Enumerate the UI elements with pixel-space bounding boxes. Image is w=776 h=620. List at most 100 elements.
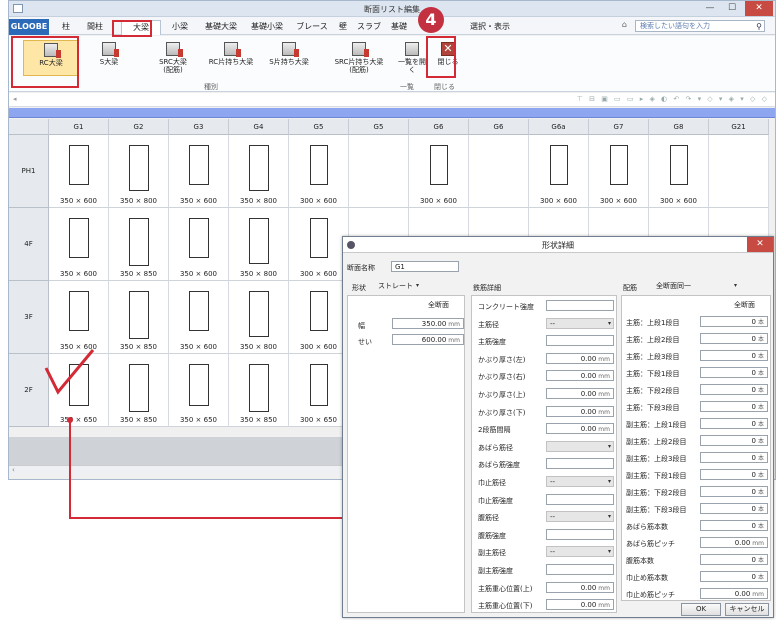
count-field-input[interactable]: 0本 [700, 554, 768, 565]
count-field-input[interactable]: 0.00 mm [700, 537, 768, 548]
column-header[interactable]: G5 [349, 119, 409, 135]
height-input[interactable]: 600.00 mm [392, 334, 464, 345]
column-header[interactable]: G3 [169, 119, 229, 135]
section-cell[interactable]: 350 × 600 [49, 281, 109, 354]
rebar-field-input[interactable]: 0.00 mm [546, 352, 614, 364]
s-beam-button[interactable]: S大梁 [81, 40, 137, 76]
ok-button[interactable]: OK [681, 603, 721, 616]
section-cell[interactable]: 350 × 650 [169, 354, 229, 427]
cancel-button[interactable]: キャンセル [725, 603, 769, 616]
tab-1[interactable]: 柱 [55, 20, 77, 35]
count-field-input[interactable]: 0本 [700, 520, 768, 531]
tab-2[interactable]: 間柱 [83, 20, 107, 35]
count-field-input[interactable]: 0本 [700, 316, 768, 327]
rebar-field-input[interactable] [546, 493, 614, 505]
rebar-field-input[interactable]: -- ▾ [546, 476, 614, 487]
column-header[interactable]: G7 [589, 119, 649, 135]
rebar-field-input[interactable]: ▾ [546, 440, 614, 452]
section-cell[interactable]: 300 × 650 [289, 354, 349, 427]
src-beam-button[interactable]: SRC大梁 (配筋) [145, 40, 201, 76]
column-header[interactable]: G4 [229, 119, 289, 135]
src-cantilever-button[interactable]: SRC片持ち大梁 (配筋) [331, 40, 387, 76]
rebar-field-input[interactable] [546, 300, 614, 311]
section-cell[interactable]: 300 × 600 [289, 281, 349, 354]
rebar-field-input[interactable] [546, 458, 614, 470]
rebar-field-input[interactable] [546, 335, 614, 347]
count-field-input[interactable]: 0本 [700, 469, 768, 480]
section-cell[interactable]: 350 × 850 [229, 354, 289, 427]
count-field-input[interactable]: 0本 [700, 350, 768, 361]
tab-11[interactable]: 選択・表示 [465, 20, 515, 35]
count-field-input[interactable]: 0本 [700, 418, 768, 429]
search-input[interactable]: 検索したい語句を入力 ⚲ [635, 20, 765, 32]
collapse-icon[interactable]: ◂ [13, 95, 17, 103]
tab-5[interactable]: 基礎大梁 [201, 20, 241, 35]
count-field-input[interactable]: 0本 [700, 435, 768, 446]
column-header[interactable]: G6 [469, 119, 529, 135]
section-cell[interactable] [709, 135, 769, 208]
section-cell[interactable]: 300 × 600 [289, 135, 349, 208]
search-icon[interactable]: ⚲ [756, 21, 762, 32]
row-header[interactable]: 4F [9, 208, 49, 281]
rebar-field-input[interactable]: -- ▾ [546, 511, 614, 523]
width-input[interactable]: 350.00 mm [392, 318, 464, 329]
section-cell[interactable]: 300 × 600 [289, 208, 349, 281]
rebar-field-input[interactable]: -- ▾ [546, 546, 614, 558]
tab-7[interactable]: ブレース [293, 20, 331, 35]
column-header[interactable]: G2 [109, 119, 169, 135]
count-field-input[interactable]: 0本 [700, 452, 768, 463]
rebar-field-input[interactable] [546, 528, 614, 540]
section-cell[interactable]: 350 × 800 [229, 281, 289, 354]
row-header[interactable]: PH1 [9, 135, 49, 208]
section-cell[interactable]: 300 × 600 [589, 135, 649, 208]
section-cell[interactable]: 350 × 850 [109, 354, 169, 427]
tab-8[interactable]: 壁 [335, 20, 351, 35]
rc-cantilever-button[interactable]: RC片持ち大梁 [203, 40, 259, 76]
rebar-field-input[interactable]: 0.00 mm [546, 599, 614, 611]
rebar-field-input[interactable]: 0.00 mm [546, 370, 614, 382]
row-header[interactable]: 2F [9, 354, 49, 427]
tab-6[interactable]: 基礎小梁 [247, 20, 287, 35]
arrangement-select[interactable]: 全断面同一 ▾ [653, 281, 739, 292]
section-cell[interactable]: 350 × 600 [169, 281, 229, 354]
open-list-button[interactable]: 一覧を開く [395, 40, 429, 76]
section-cell[interactable]: 350 × 650 [49, 354, 109, 427]
count-field-input[interactable]: 0.00 mm [700, 588, 768, 599]
rebar-field-input[interactable]: 0.00 mm [546, 581, 614, 593]
count-field-input[interactable]: 0本 [700, 571, 768, 582]
shape-select[interactable]: ストレート ▾ [375, 281, 421, 292]
section-cell[interactable]: 350 × 600 [49, 135, 109, 208]
section-cell[interactable]: 350 × 850 [109, 281, 169, 354]
maximize-button[interactable]: ☐ [721, 1, 743, 16]
section-cell[interactable]: 300 × 600 [409, 135, 469, 208]
section-cell[interactable]: 350 × 800 [109, 135, 169, 208]
help-icon[interactable]: ⌂ [622, 20, 627, 29]
count-field-input[interactable]: 0本 [700, 503, 768, 514]
column-header[interactable]: G1 [49, 119, 109, 135]
tab-0[interactable]: GLOOBE [9, 19, 49, 35]
rebar-field-input[interactable]: 0.00 mm [546, 423, 614, 435]
column-header[interactable]: G5 [289, 119, 349, 135]
count-field-input[interactable]: 0本 [700, 401, 768, 412]
rebar-field-input[interactable]: 0.00 mm [546, 388, 614, 399]
section-cell[interactable]: 350 × 850 [109, 208, 169, 281]
section-cell[interactable]: 350 × 600 [49, 208, 109, 281]
rebar-field-input[interactable]: -- ▾ [546, 317, 614, 329]
s-cantilever-button[interactable]: S片持ち大梁 [261, 40, 317, 76]
tab-10[interactable]: 基礎 [387, 20, 411, 35]
section-cell[interactable]: 350 × 800 [229, 135, 289, 208]
section-cell[interactable] [349, 135, 409, 208]
section-cell[interactable]: 300 × 600 [649, 135, 709, 208]
column-header[interactable]: G8 [649, 119, 709, 135]
column-header[interactable]: G6 [409, 119, 469, 135]
section-cell[interactable]: 350 × 600 [169, 208, 229, 281]
count-field-input[interactable]: 0本 [700, 486, 768, 497]
count-field-input[interactable]: 0本 [700, 367, 768, 378]
section-name-input[interactable]: G1 [391, 261, 459, 272]
count-field-input[interactable]: 0本 [700, 333, 768, 344]
row-header[interactable]: 3F [9, 281, 49, 354]
section-cell[interactable]: 350 × 800 [229, 208, 289, 281]
section-cell[interactable]: 350 × 600 [169, 135, 229, 208]
count-field-input[interactable]: 0本 [700, 384, 768, 395]
column-header[interactable]: G21 [709, 119, 769, 135]
